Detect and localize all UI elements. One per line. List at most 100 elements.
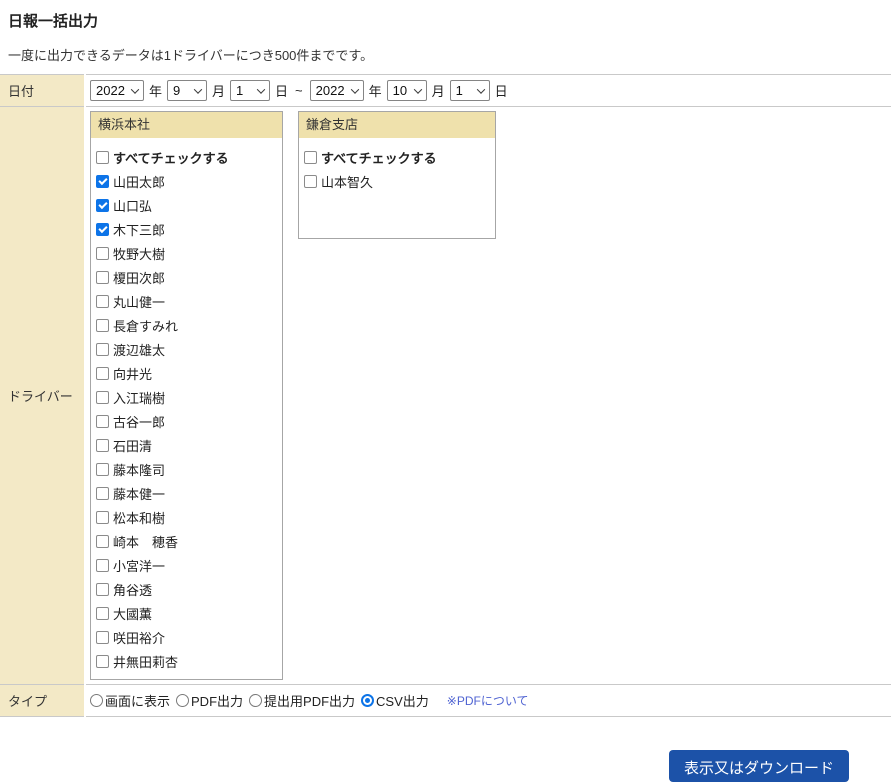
page: 日報一括出力 一度に出力できるデータは1ドライバーにつき500件までです。 日付… <box>0 0 891 782</box>
chevron-down-icon <box>350 84 359 94</box>
member-checkbox[interactable] <box>96 366 109 380</box>
member-checkbox[interactable] <box>96 390 109 404</box>
member-item[interactable]: 木下三郎 <box>96 217 278 241</box>
type-radio[interactable] <box>176 694 190 707</box>
member-item[interactable]: 長倉すみれ <box>96 313 278 337</box>
member-checkbox[interactable] <box>96 318 109 332</box>
member-item[interactable]: 古谷一郎 <box>96 409 278 433</box>
member-checkbox[interactable] <box>96 414 109 428</box>
member-checkbox[interactable] <box>96 606 109 620</box>
member-label: 大國薫 <box>113 606 153 622</box>
member-checkbox[interactable] <box>96 462 109 476</box>
member-checkbox[interactable] <box>96 174 109 188</box>
driver-group-0: 横浜本社すべてチェックする山田太郎山口弘木下三郎牧野大樹榎田次郎丸山健一長倉すみ… <box>90 111 283 680</box>
member-item[interactable]: 藤本健一 <box>96 481 278 505</box>
start-month-value: 9 <box>173 83 181 98</box>
member-item[interactable]: 山田太郎 <box>96 169 278 193</box>
member-item[interactable]: 大國薫 <box>96 601 278 625</box>
month-unit-label: 月 <box>212 84 226 99</box>
member-label: 牧野大樹 <box>113 246 166 262</box>
member-item[interactable]: 崎本 穂香 <box>96 529 278 553</box>
end-year-select[interactable]: 2022 <box>309 80 364 101</box>
end-day-value: 1 <box>455 83 463 98</box>
member-checkbox[interactable] <box>96 342 109 356</box>
member-checkbox[interactable] <box>96 534 109 548</box>
member-item[interactable]: 渡辺雄太 <box>96 337 278 361</box>
driver-member-list: すべてチェックする 山本智久 <box>299 138 495 238</box>
start-day-select[interactable]: 1 <box>230 80 271 101</box>
member-item[interactable]: 牧野大樹 <box>96 241 278 265</box>
check-all-checkbox[interactable] <box>304 150 317 164</box>
type-option-3[interactable]: CSV出力 <box>361 691 429 710</box>
member-label: 渡辺雄太 <box>113 342 166 358</box>
type-radio[interactable] <box>90 694 103 707</box>
member-item[interactable]: 石田清 <box>96 433 278 457</box>
check-all-item[interactable]: すべてチェックする <box>304 145 491 169</box>
member-item[interactable]: 榎田次郎 <box>96 265 278 289</box>
member-checkbox[interactable] <box>96 246 109 260</box>
member-label: 山田太郎 <box>113 174 166 190</box>
type-option-label: 画面に表示 <box>105 694 171 709</box>
type-option-2[interactable]: 提出用PDF出力 <box>249 691 355 710</box>
display-or-download-button[interactable]: 表示又はダウンロード <box>668 750 849 782</box>
member-item[interactable]: 丸山健一 <box>96 289 278 313</box>
member-item[interactable]: 松本和樹 <box>96 505 278 529</box>
check-all-label: すべてチェックする <box>321 150 437 166</box>
driver-groups: 横浜本社すべてチェックする山田太郎山口弘木下三郎牧野大樹榎田次郎丸山健一長倉すみ… <box>90 111 887 680</box>
member-item[interactable]: 山口弘 <box>96 193 278 217</box>
type-option-1[interactable]: PDF出力 <box>176 691 243 710</box>
member-label: 向井光 <box>113 366 153 382</box>
member-checkbox[interactable] <box>96 582 109 596</box>
pdf-info-link[interactable]: ※PDFについて <box>447 692 529 709</box>
check-all-checkbox[interactable] <box>96 150 109 164</box>
start-year-select[interactable]: 2022 <box>90 80 144 101</box>
report-output-form: 日付 2022 年 9 月 1 日 ~ 2022 年 10 月 1 日 ドライバ… <box>0 74 891 717</box>
start-day-value: 1 <box>236 83 244 98</box>
member-label: 山口弘 <box>113 198 153 214</box>
member-item[interactable]: 咲田裕介 <box>96 625 278 649</box>
member-checkbox[interactable] <box>96 294 109 308</box>
type-radio[interactable] <box>361 694 375 707</box>
type-radio[interactable] <box>249 694 263 707</box>
member-checkbox[interactable] <box>96 654 109 668</box>
member-item[interactable]: 小宮洋一 <box>96 553 278 577</box>
start-month-select[interactable]: 9 <box>167 80 208 101</box>
end-day-select[interactable]: 1 <box>449 80 490 101</box>
type-option-label: 提出用PDF出力 <box>264 694 356 709</box>
member-label: 丸山健一 <box>113 294 166 310</box>
year-unit-label: 年 <box>368 84 382 99</box>
end-month-select[interactable]: 10 <box>386 80 427 101</box>
member-checkbox[interactable] <box>96 558 109 572</box>
member-checkbox[interactable] <box>96 486 109 500</box>
member-checkbox[interactable] <box>96 270 109 284</box>
member-checkbox[interactable] <box>96 198 109 212</box>
check-all-item[interactable]: すべてチェックする <box>96 145 278 169</box>
member-label: 木下三郎 <box>113 222 166 238</box>
member-label: 石田清 <box>113 438 153 454</box>
driver-row-label: ドライバー <box>0 106 86 685</box>
member-checkbox[interactable] <box>96 222 109 236</box>
member-item[interactable]: 井無田莉杏 <box>96 649 278 673</box>
member-item[interactable]: 角谷透 <box>96 577 278 601</box>
member-item[interactable]: 入江瑞樹 <box>96 385 278 409</box>
year-unit-label: 年 <box>149 84 163 99</box>
type-option-0[interactable]: 画面に表示 <box>90 691 170 710</box>
type-options: 画面に表示 PDF出力 提出用PDF出力 CSV出力 <box>90 691 435 710</box>
member-label: 長倉すみれ <box>113 318 179 334</box>
member-item[interactable]: 山本智久 <box>304 169 491 193</box>
member-label: 入江瑞樹 <box>113 390 166 406</box>
footer: 表示又はダウンロード <box>0 717 891 782</box>
member-item[interactable]: 向井光 <box>96 361 278 385</box>
member-checkbox[interactable] <box>96 630 109 644</box>
member-label: 井無田莉杏 <box>113 654 179 670</box>
driver-member-list: すべてチェックする山田太郎山口弘木下三郎牧野大樹榎田次郎丸山健一長倉すみれ渡辺雄… <box>91 138 282 679</box>
type-option-label: PDF出力 <box>191 694 244 709</box>
member-item[interactable]: 藤本隆司 <box>96 457 278 481</box>
member-checkbox[interactable] <box>304 174 317 188</box>
day-unit-label: 日 <box>275 84 289 99</box>
member-checkbox[interactable] <box>96 510 109 524</box>
chevron-down-icon <box>476 84 485 94</box>
member-label: 山本智久 <box>321 174 374 190</box>
member-checkbox[interactable] <box>96 438 109 452</box>
driver-group-header: 横浜本社 <box>91 112 282 138</box>
